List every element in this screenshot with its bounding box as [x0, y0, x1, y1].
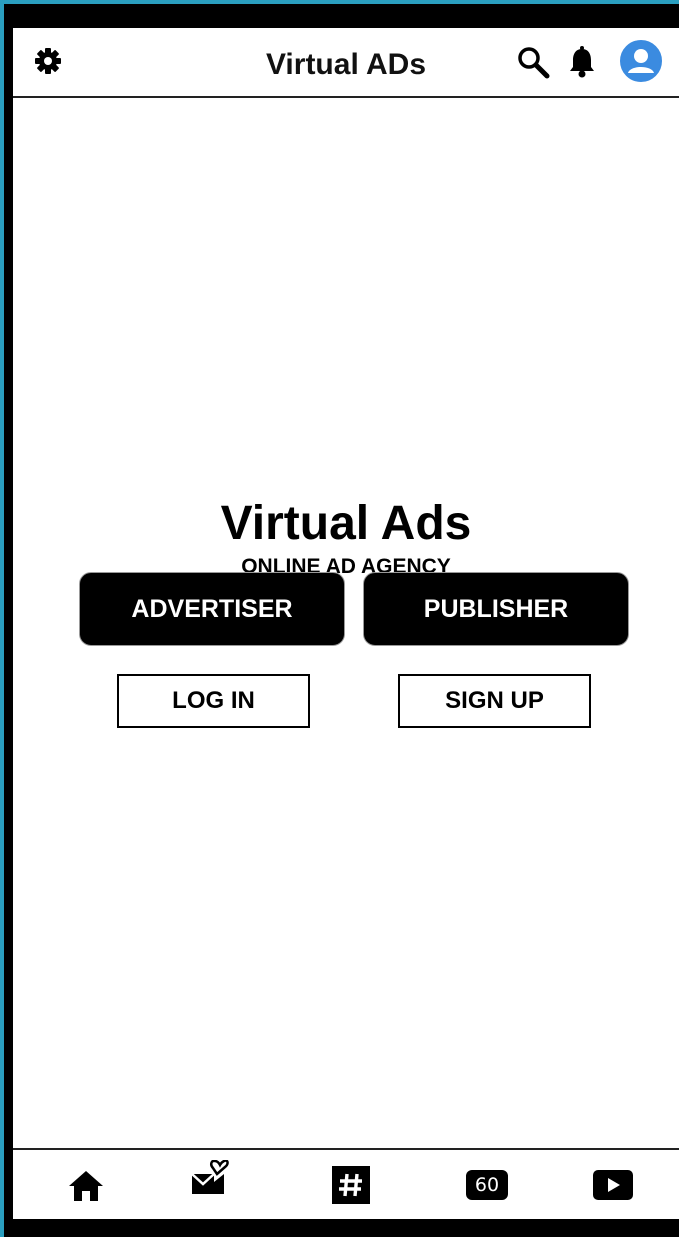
- advertiser-button[interactable]: ADVERTISER: [79, 572, 345, 646]
- main-content: Virtual Ads ONLINE AD AGENCY ADVERTISER …: [13, 98, 679, 1148]
- app-screen: Virtual ADs Virtual Ads ONLINE AD AGENCY…: [13, 28, 679, 1219]
- publisher-button[interactable]: PUBLISHER: [363, 572, 629, 646]
- love-mail-icon[interactable]: [190, 1160, 230, 1198]
- play-icon[interactable]: [593, 1170, 633, 1200]
- sixty-badge-icon[interactable]: 60: [466, 1170, 508, 1200]
- hashtag-icon[interactable]: [332, 1166, 370, 1204]
- signup-button[interactable]: SIGN UP: [398, 674, 591, 728]
- home-icon[interactable]: [67, 1169, 105, 1203]
- bell-icon[interactable]: [566, 44, 598, 80]
- top-bar: Virtual ADs: [13, 28, 679, 98]
- login-button[interactable]: LOG IN: [117, 674, 310, 728]
- search-icon[interactable]: [516, 45, 552, 81]
- brand-title: Virtual Ads: [220, 497, 472, 550]
- user-avatar-icon[interactable]: [620, 40, 662, 82]
